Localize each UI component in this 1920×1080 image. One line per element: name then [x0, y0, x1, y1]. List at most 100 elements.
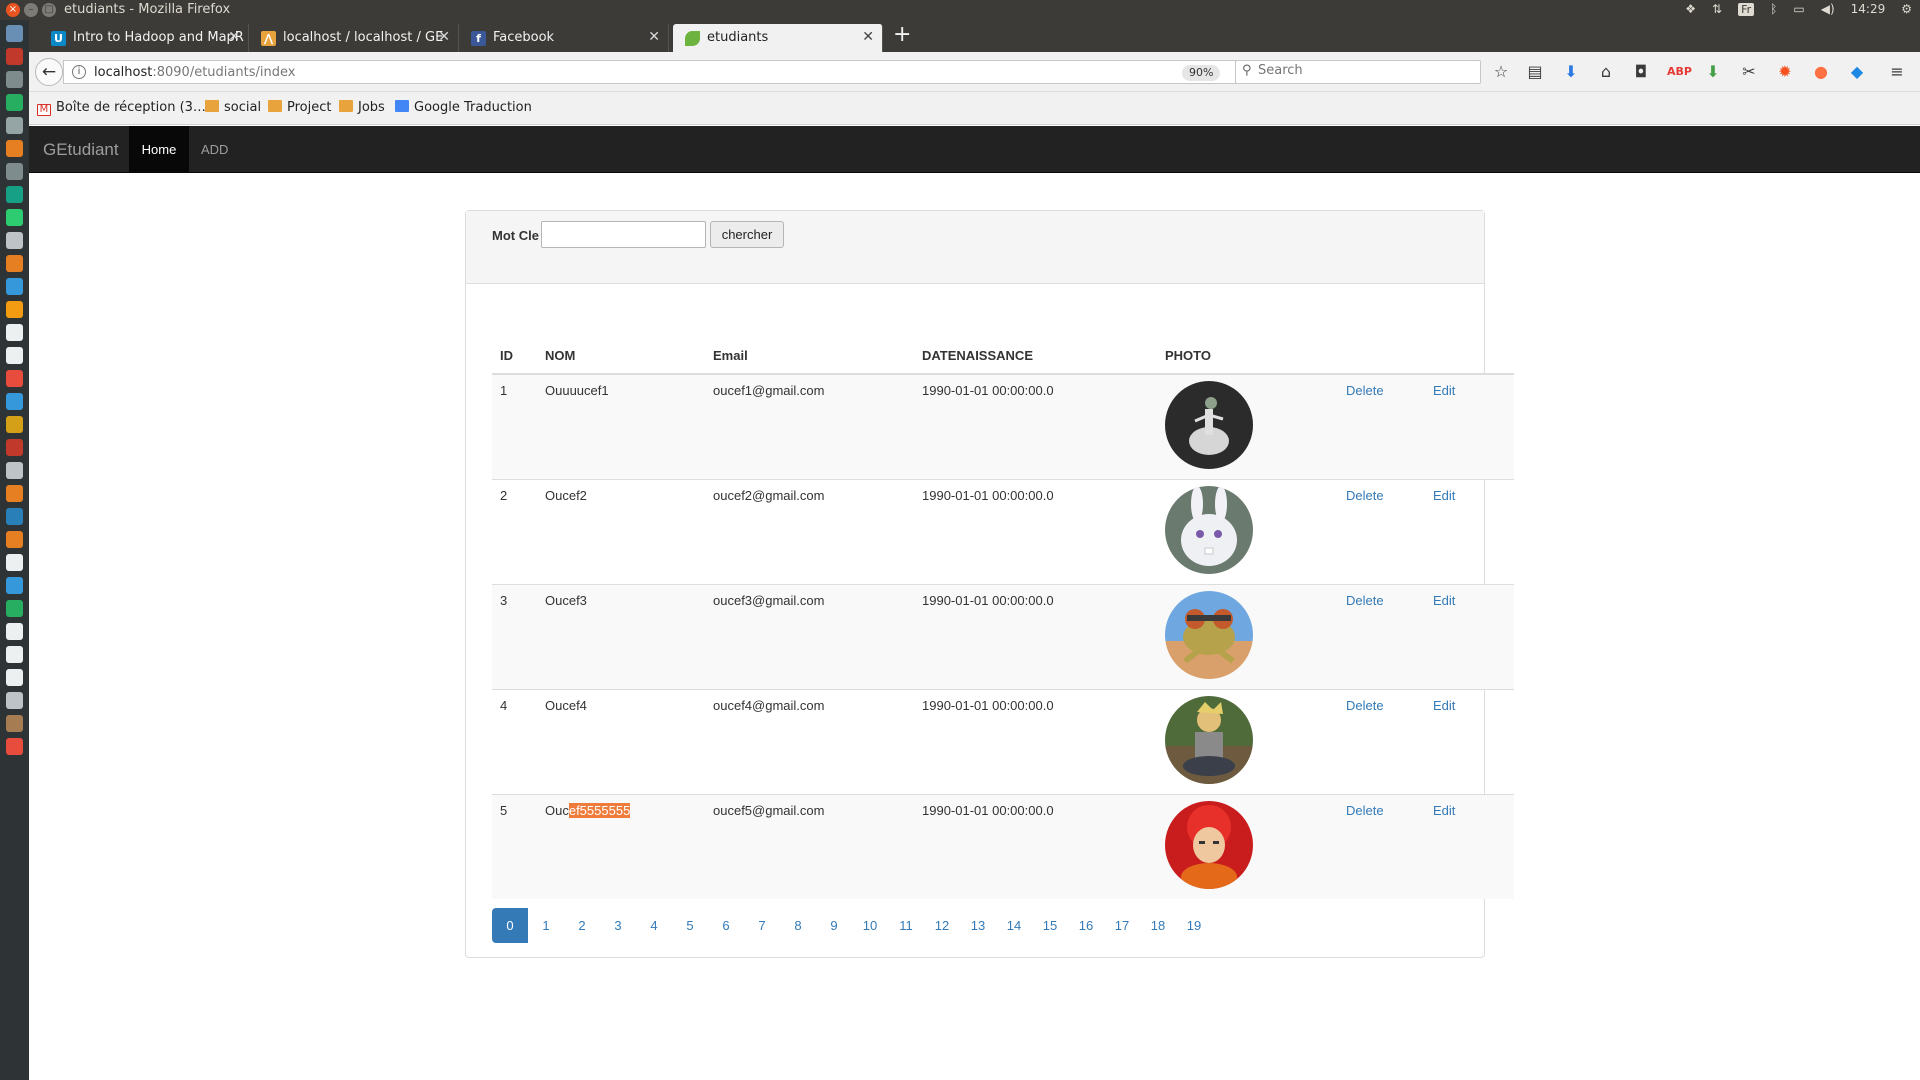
battery-icon[interactable]: ▭ — [1793, 2, 1804, 16]
tab-hadoop[interactable]: U Intro to Hadoop and MapR ✕ — [39, 24, 249, 52]
menu-icon[interactable]: ≡ — [1887, 62, 1907, 82]
launcher-app-icon[interactable] — [6, 600, 23, 617]
launcher-app-icon[interactable] — [6, 554, 23, 571]
launcher-app-icon[interactable] — [6, 715, 23, 732]
maximize-window-button[interactable]: □ — [42, 3, 56, 17]
screenshot-icon[interactable]: ✂ — [1739, 62, 1759, 82]
close-tab-icon[interactable]: ✕ — [438, 29, 450, 45]
tab-facebook[interactable]: f Facebook ✕ — [459, 24, 669, 52]
launcher-app-icon[interactable] — [6, 623, 23, 640]
zoom-indicator[interactable]: 90% — [1182, 65, 1221, 81]
launcher-app-icon[interactable] — [6, 669, 23, 686]
page-link-8[interactable]: 8 — [780, 908, 816, 943]
edit-link[interactable]: Edit — [1433, 383, 1455, 398]
launcher-app-icon[interactable] — [6, 163, 23, 180]
bookmark-folder-jobs[interactable]: Jobs — [339, 100, 385, 115]
site-info-icon[interactable]: i — [72, 65, 86, 79]
tab-etudiants[interactable]: etudiants ✕ — [673, 24, 883, 52]
launcher-app-icon[interactable] — [6, 94, 23, 111]
launcher-app-icon[interactable] — [6, 48, 23, 65]
launcher-app-icon[interactable] — [6, 577, 23, 594]
page-link-3[interactable]: 3 — [600, 908, 636, 943]
launcher-app-icon[interactable] — [6, 646, 23, 663]
search-bar[interactable]: ⚲ — [1235, 60, 1481, 84]
bookmarks-library-icon[interactable]: ▤ — [1525, 62, 1545, 82]
launcher-app-icon[interactable] — [6, 71, 23, 88]
page-link-16[interactable]: 16 — [1068, 908, 1104, 943]
launcher-app-icon[interactable] — [6, 531, 23, 548]
launcher-app-icon[interactable] — [6, 485, 23, 502]
launcher-app-icon[interactable] — [6, 117, 23, 134]
delete-link[interactable]: Delete — [1346, 803, 1384, 818]
home-icon[interactable]: ⌂ — [1596, 62, 1616, 82]
nav-add-link[interactable]: ADD — [201, 126, 228, 173]
launcher-app-icon[interactable] — [6, 393, 23, 410]
launcher-app-icon[interactable] — [6, 370, 23, 387]
page-link-2[interactable]: 2 — [564, 908, 600, 943]
extension-icon[interactable]: ◆ — [1847, 62, 1867, 82]
launcher-app-icon[interactable] — [6, 301, 23, 318]
edit-link[interactable]: Edit — [1433, 803, 1455, 818]
dropbox-icon[interactable]: ❖ — [1685, 2, 1696, 16]
edit-link[interactable]: Edit — [1433, 698, 1455, 713]
launcher-app-icon[interactable] — [6, 692, 23, 709]
page-link-0[interactable]: 0 — [492, 908, 528, 943]
page-link-11[interactable]: 11 — [888, 908, 924, 943]
firefox-icon[interactable] — [6, 140, 23, 157]
close-tab-icon[interactable]: ✕ — [862, 29, 874, 45]
page-link-5[interactable]: 5 — [672, 908, 708, 943]
close-tab-icon[interactable]: ✕ — [228, 29, 240, 45]
launcher-app-icon[interactable] — [6, 209, 23, 226]
tab-phpmyadmin[interactable]: ⋀ localhost / localhost / GE ✕ — [249, 24, 459, 52]
back-button[interactable]: ← — [35, 58, 63, 86]
downloads-icon[interactable]: ⬇ — [1561, 62, 1581, 82]
firebug-icon[interactable]: ✹ — [1775, 62, 1795, 82]
launcher-app-icon[interactable] — [6, 508, 23, 525]
adblock-icon[interactable]: ABP — [1667, 62, 1692, 82]
bluetooth-icon[interactable]: ᛒ — [1770, 2, 1777, 16]
duckduckgo-icon[interactable]: ● — [1811, 62, 1831, 82]
download-helper-icon[interactable]: ⬇ — [1703, 62, 1723, 82]
network-icon[interactable]: ⇅ — [1712, 2, 1722, 16]
page-link-7[interactable]: 7 — [744, 908, 780, 943]
keyboard-layout-indicator[interactable]: Fr — [1738, 2, 1755, 16]
edit-link[interactable]: Edit — [1433, 488, 1455, 503]
launcher-app-icon[interactable] — [6, 738, 23, 755]
new-tab-button[interactable]: + — [893, 22, 911, 47]
launcher-app-icon[interactable] — [6, 347, 23, 364]
launcher-app-icon[interactable] — [6, 416, 23, 433]
app-brand[interactable]: GEtudiant — [43, 140, 119, 160]
url-text[interactable]: localhost:8090/etudiants/index — [94, 65, 295, 80]
dash-icon[interactable] — [6, 25, 23, 42]
delete-link[interactable]: Delete — [1346, 383, 1384, 398]
launcher-app-icon[interactable] — [6, 186, 23, 203]
page-link-1[interactable]: 1 — [528, 908, 564, 943]
page-link-10[interactable]: 10 — [852, 908, 888, 943]
url-bar[interactable]: i localhost:8090/etudiants/index 90% ↻ — [63, 60, 1263, 84]
search-button[interactable]: chercher — [710, 221, 784, 248]
page-link-13[interactable]: 13 — [960, 908, 996, 943]
delete-link[interactable]: Delete — [1346, 593, 1384, 608]
launcher-app-icon[interactable] — [6, 439, 23, 456]
bookmark-folder-project[interactable]: Project — [268, 100, 331, 115]
close-tab-icon[interactable]: ✕ — [648, 29, 660, 45]
close-window-button[interactable]: × — [6, 3, 20, 17]
clock[interactable]: 14:29 — [1851, 2, 1886, 16]
page-link-9[interactable]: 9 — [816, 908, 852, 943]
delete-link[interactable]: Delete — [1346, 488, 1384, 503]
launcher-app-icon[interactable] — [6, 255, 23, 272]
page-link-15[interactable]: 15 — [1032, 908, 1068, 943]
page-link-12[interactable]: 12 — [924, 908, 960, 943]
launcher-app-icon[interactable] — [6, 232, 23, 249]
nav-home-link[interactable]: Home — [129, 126, 189, 173]
launcher-app-icon[interactable] — [6, 278, 23, 295]
bookmark-google-traduction[interactable]: Google Traduction — [395, 100, 532, 115]
delete-link[interactable]: Delete — [1346, 698, 1384, 713]
page-link-18[interactable]: 18 — [1140, 908, 1176, 943]
page-link-14[interactable]: 14 — [996, 908, 1032, 943]
minimize-window-button[interactable]: – — [24, 3, 38, 17]
browser-search-input[interactable] — [1258, 63, 1468, 78]
launcher-app-icon[interactable] — [6, 462, 23, 479]
edit-link[interactable]: Edit — [1433, 593, 1455, 608]
keyword-input[interactable] — [541, 221, 706, 248]
